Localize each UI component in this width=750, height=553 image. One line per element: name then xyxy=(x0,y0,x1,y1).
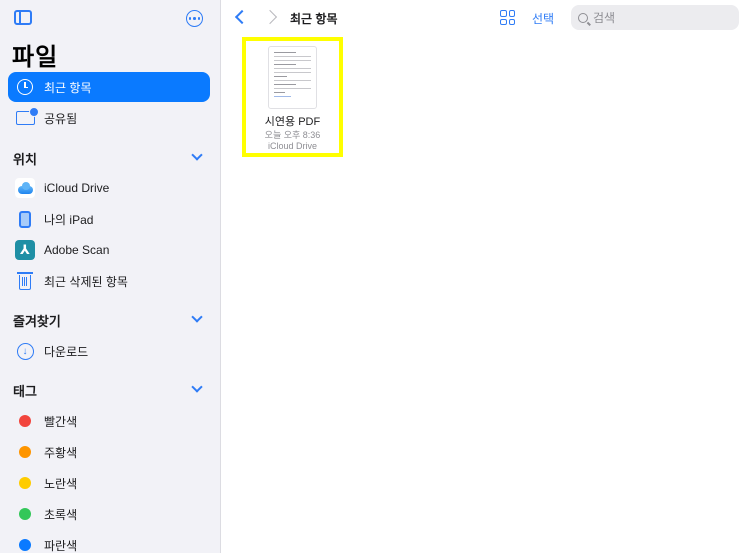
sidebar-item-label: 다운로드 xyxy=(44,344,89,359)
ipad-icon xyxy=(14,208,36,230)
back-chevron-icon[interactable] xyxy=(234,9,250,25)
search-placeholder: 검색 xyxy=(593,11,616,25)
shared-folder-icon xyxy=(14,107,39,129)
app-title: 파일 xyxy=(12,44,59,71)
tag-dot-icon xyxy=(14,472,36,494)
breadcrumb: 최근 항목 xyxy=(290,12,338,26)
file-date: 오늘 오후 8:36 xyxy=(264,130,321,140)
section-header-favorites: 즐겨찾기 xyxy=(13,314,61,329)
tag-dot-icon xyxy=(14,410,36,432)
more-options-icon[interactable] xyxy=(186,10,203,27)
select-button[interactable]: 선택 xyxy=(532,10,554,27)
icloud-icon xyxy=(14,177,36,199)
sidebar: 파일 최근 항목 공유됨 위치 iCloud Drive 나의 iPad ⅄ A… xyxy=(0,0,221,553)
chevron-down-icon[interactable] xyxy=(191,311,203,323)
sidebar-item-label: 초록색 xyxy=(44,507,78,522)
adobe-scan-icon: ⅄ xyxy=(14,239,36,261)
sidebar-item-tag-orange[interactable]: 주황색 xyxy=(8,437,210,467)
sidebar-item-label: 파란색 xyxy=(44,538,78,553)
tag-dot-icon xyxy=(14,534,36,553)
sidebar-item-label: 최근 항목 xyxy=(44,80,92,95)
sidebar-item-downloads[interactable]: ↓ 다운로드 xyxy=(8,336,210,366)
toolbar: 최근 항목 선택 검색 xyxy=(221,0,750,36)
sidebar-header xyxy=(0,0,221,36)
sidebar-item-label: 최근 삭제된 항목 xyxy=(44,274,128,289)
sidebar-item-recently-deleted[interactable]: 최근 삭제된 항목 xyxy=(8,266,210,296)
section-header-locations: 위치 xyxy=(13,152,37,167)
pdf-thumbnail xyxy=(268,46,317,109)
sidebar-item-label: 빨간색 xyxy=(44,414,78,429)
sidebar-item-label: 주황색 xyxy=(44,445,78,460)
search-icon xyxy=(578,12,588,23)
sidebar-item-shared[interactable]: 공유됨 xyxy=(8,103,210,133)
trash-icon xyxy=(14,270,36,292)
sidebar-item-recents[interactable]: 최근 항목 xyxy=(8,72,210,102)
sidebar-toggle-icon[interactable] xyxy=(14,10,32,25)
search-input[interactable]: 검색 xyxy=(571,5,739,30)
sidebar-item-label: iCloud Drive xyxy=(44,181,110,195)
sidebar-item-my-ipad[interactable]: 나의 iPad xyxy=(8,204,210,234)
file-location: iCloud Drive xyxy=(267,141,318,151)
tag-dot-icon xyxy=(14,441,36,463)
sidebar-item-label: 공유됨 xyxy=(44,111,78,126)
clock-icon xyxy=(14,76,36,98)
forward-chevron-icon[interactable] xyxy=(262,9,278,25)
sidebar-item-icloud-drive[interactable]: iCloud Drive xyxy=(8,173,210,203)
download-icon: ↓ xyxy=(14,340,36,362)
file-name: 시연용 PDF xyxy=(264,116,321,128)
grid-view-icon[interactable] xyxy=(500,10,515,25)
sidebar-item-label: Adobe Scan xyxy=(44,243,110,257)
sidebar-item-tag-green[interactable]: 초록색 xyxy=(8,499,210,529)
sidebar-item-label: 나의 iPad xyxy=(44,212,94,227)
sidebar-item-adobe-scan[interactable]: ⅄ Adobe Scan xyxy=(8,235,210,265)
sidebar-item-tag-red[interactable]: 빨간색 xyxy=(8,406,210,436)
tag-dot-icon xyxy=(14,503,36,525)
chevron-down-icon[interactable] xyxy=(191,381,203,393)
sidebar-item-label: 노란색 xyxy=(44,476,78,491)
sidebar-item-tag-blue[interactable]: 파란색 xyxy=(8,530,210,553)
section-header-tags: 태그 xyxy=(13,384,37,399)
file-item[interactable]: 시연용 PDF 오늘 오후 8:36 iCloud Drive xyxy=(242,37,343,157)
sidebar-item-tag-yellow[interactable]: 노란색 xyxy=(8,468,210,498)
chevron-down-icon[interactable] xyxy=(191,149,203,161)
